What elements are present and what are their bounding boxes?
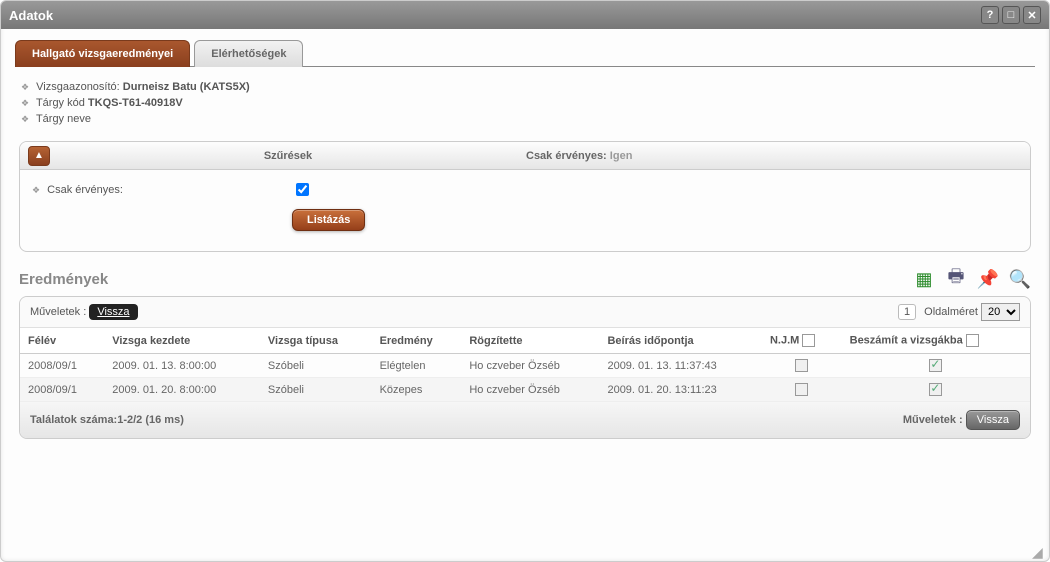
njm-checkbox[interactable] (795, 359, 808, 372)
close-icon[interactable]: ✕ (1023, 6, 1041, 24)
filter-header: ▲ Szűrések Csak érvényes: Igen (20, 142, 1030, 170)
only-valid-checkbox[interactable] (296, 183, 309, 196)
cell-tipusa: Szóbeli (260, 354, 372, 378)
col-njm[interactable]: N.J.M (762, 328, 842, 354)
bullet-icon: ❖ (21, 82, 29, 92)
cell-tipusa: Szóbeli (260, 378, 372, 402)
bullet-icon: ❖ (21, 98, 29, 108)
table-row[interactable]: 2008/09/1 2009. 01. 13. 8:00:00 Szóbeli … (20, 354, 1030, 378)
cell-njm (762, 354, 842, 378)
value: TKQS-T61-40918V (88, 97, 183, 109)
back-button-footer[interactable]: Vissza (966, 410, 1020, 430)
beszamit-checkbox[interactable] (929, 383, 942, 396)
cell-kezdete: 2009. 01. 20. 8:00:00 (104, 378, 260, 402)
cell-felev: 2008/09/1 (20, 378, 104, 402)
window: Adatok ? □ ✕ Hallgató vizsgaeredményei E… (0, 0, 1050, 562)
label: Vizsgaazonosító: (36, 81, 120, 93)
label-text: Csak érvényes: (47, 184, 123, 196)
filter-header-summary: Csak érvényes: Igen (518, 150, 1030, 162)
back-button[interactable]: Vissza (89, 304, 137, 320)
export-xls-icon[interactable]: ▦ (913, 268, 935, 290)
value: Durneisz Batu (KATS5X) (123, 81, 250, 93)
table-header-row: Félév Vizsga kezdete Vizsga típusa Eredm… (20, 328, 1030, 354)
grid-toolbar-top: Műveletek : Vissza 1 Oldalméret 20 (20, 297, 1030, 328)
label: Tárgy kód (36, 97, 85, 109)
cell-eredmeny: Elégtelen (372, 354, 462, 378)
results-table: Félév Vizsga kezdete Vizsga típusa Eredm… (20, 328, 1030, 402)
njm-checkbox[interactable] (795, 383, 808, 396)
filter-header-title: Szűrések (58, 150, 518, 162)
col-rogzitette[interactable]: Rögzítette (461, 328, 599, 354)
results-title: Eredmények (19, 271, 913, 288)
cell-eredmeny: Közepes (372, 378, 462, 402)
col-beszamit[interactable]: Beszámít a vizsgákba (842, 328, 1030, 354)
tab-strip: Hallgató vizsgaeredményei Elérhetőségek (15, 39, 1035, 67)
results-grid: Műveletek : Vissza 1 Oldalméret 20 Félév… (19, 296, 1031, 439)
beszamit-header-checkbox[interactable] (966, 334, 979, 347)
info-subject-code: ❖ Tárgy kód TKQS-T61-40918V (21, 97, 1029, 109)
col-beiras[interactable]: Beírás időpontja (599, 328, 762, 354)
cell-beiras: 2009. 01. 20. 13:11:23 (599, 378, 762, 402)
label: Tárgy neve (36, 113, 91, 125)
cell-rogzitette: Ho czveber Özséb (461, 378, 599, 402)
tab-label: Elérhetőségek (211, 48, 286, 60)
info-subject-name: ❖ Tárgy neve (21, 113, 1029, 125)
info-block: ❖ Vizsgaazonosító: Durneisz Batu (KATS5X… (21, 81, 1029, 125)
bullet-icon: ❖ (32, 185, 40, 195)
col-felev[interactable]: Félév (20, 328, 104, 354)
list-button[interactable]: Listázás (292, 209, 365, 231)
beszamit-checkbox[interactable] (929, 359, 942, 372)
filter-row-button: Listázás (32, 209, 1018, 231)
col-eredmeny[interactable]: Eredmény (372, 328, 462, 354)
collapse-button[interactable]: ▲ (28, 146, 50, 166)
filter-row-only-valid: ❖ Csak érvényes: (32, 180, 1018, 199)
actions-label: Műveletek : (903, 414, 963, 426)
cell-kezdete: 2009. 01. 13. 8:00:00 (104, 354, 260, 378)
resize-grip[interactable]: ◢ (1032, 544, 1046, 558)
title-bar: Adatok ? □ ✕ (1, 1, 1049, 29)
col-kezdete[interactable]: Vizsga kezdete (104, 328, 260, 354)
maximize-icon[interactable]: □ (1002, 6, 1020, 24)
cell-rogzitette: Ho czveber Özséb (461, 354, 599, 378)
actions-label: Műveletek : (30, 306, 86, 318)
cell-beszamit (842, 354, 1030, 378)
filter-label: ❖ Csak érvényes: (32, 184, 292, 196)
cell-beszamit (842, 378, 1030, 402)
tab-contacts[interactable]: Elérhetőségek (194, 40, 303, 67)
page-size-label: Oldalméret (924, 306, 978, 318)
bullet-icon: ❖ (21, 114, 29, 124)
pin-icon[interactable]: 📌 (977, 268, 999, 290)
page-number[interactable]: 1 (898, 304, 916, 320)
cell-felev: 2008/09/1 (20, 354, 104, 378)
col-tipusa[interactable]: Vizsga típusa (260, 328, 372, 354)
value: Igen (610, 150, 633, 162)
print-icon[interactable]: 🖶 (945, 268, 967, 290)
window-content: Hallgató vizsgaeredményei Elérhetőségek … (1, 29, 1049, 449)
search-icon[interactable]: 🔍 (1009, 268, 1031, 290)
filter-panel: ▲ Szűrések Csak érvényes: Igen ❖ Csak ér… (19, 141, 1031, 252)
table-row[interactable]: 2008/09/1 2009. 01. 20. 8:00:00 Szóbeli … (20, 378, 1030, 402)
results-toolbar: ▦ 🖶 📌 🔍 (913, 268, 1031, 290)
njm-header-checkbox[interactable] (802, 334, 815, 347)
info-exam-id: ❖ Vizsgaazonosító: Durneisz Batu (KATS5X… (21, 81, 1029, 93)
results-header: Eredmények ▦ 🖶 📌 🔍 (19, 268, 1031, 290)
page-size-select[interactable]: 20 (981, 303, 1020, 321)
label: Csak érvényes: (526, 150, 607, 162)
cell-njm (762, 378, 842, 402)
filter-body: ❖ Csak érvényes: Listázás (20, 170, 1030, 251)
title-bar-controls: ? □ ✕ (981, 6, 1041, 24)
help-icon[interactable]: ? (981, 6, 999, 24)
cell-beiras: 2009. 01. 13. 11:37:43 (599, 354, 762, 378)
grid-actions-left: Műveletek : Vissza (30, 306, 898, 318)
tab-exam-results[interactable]: Hallgató vizsgaeredményei (15, 40, 190, 67)
grid-footer: Találatok száma:1-2/2 (16 ms) Műveletek … (20, 402, 1030, 438)
tab-label: Hallgató vizsgaeredményei (32, 48, 173, 60)
result-count: Találatok száma:1-2/2 (16 ms) (30, 414, 903, 426)
window-title: Adatok (9, 8, 981, 23)
